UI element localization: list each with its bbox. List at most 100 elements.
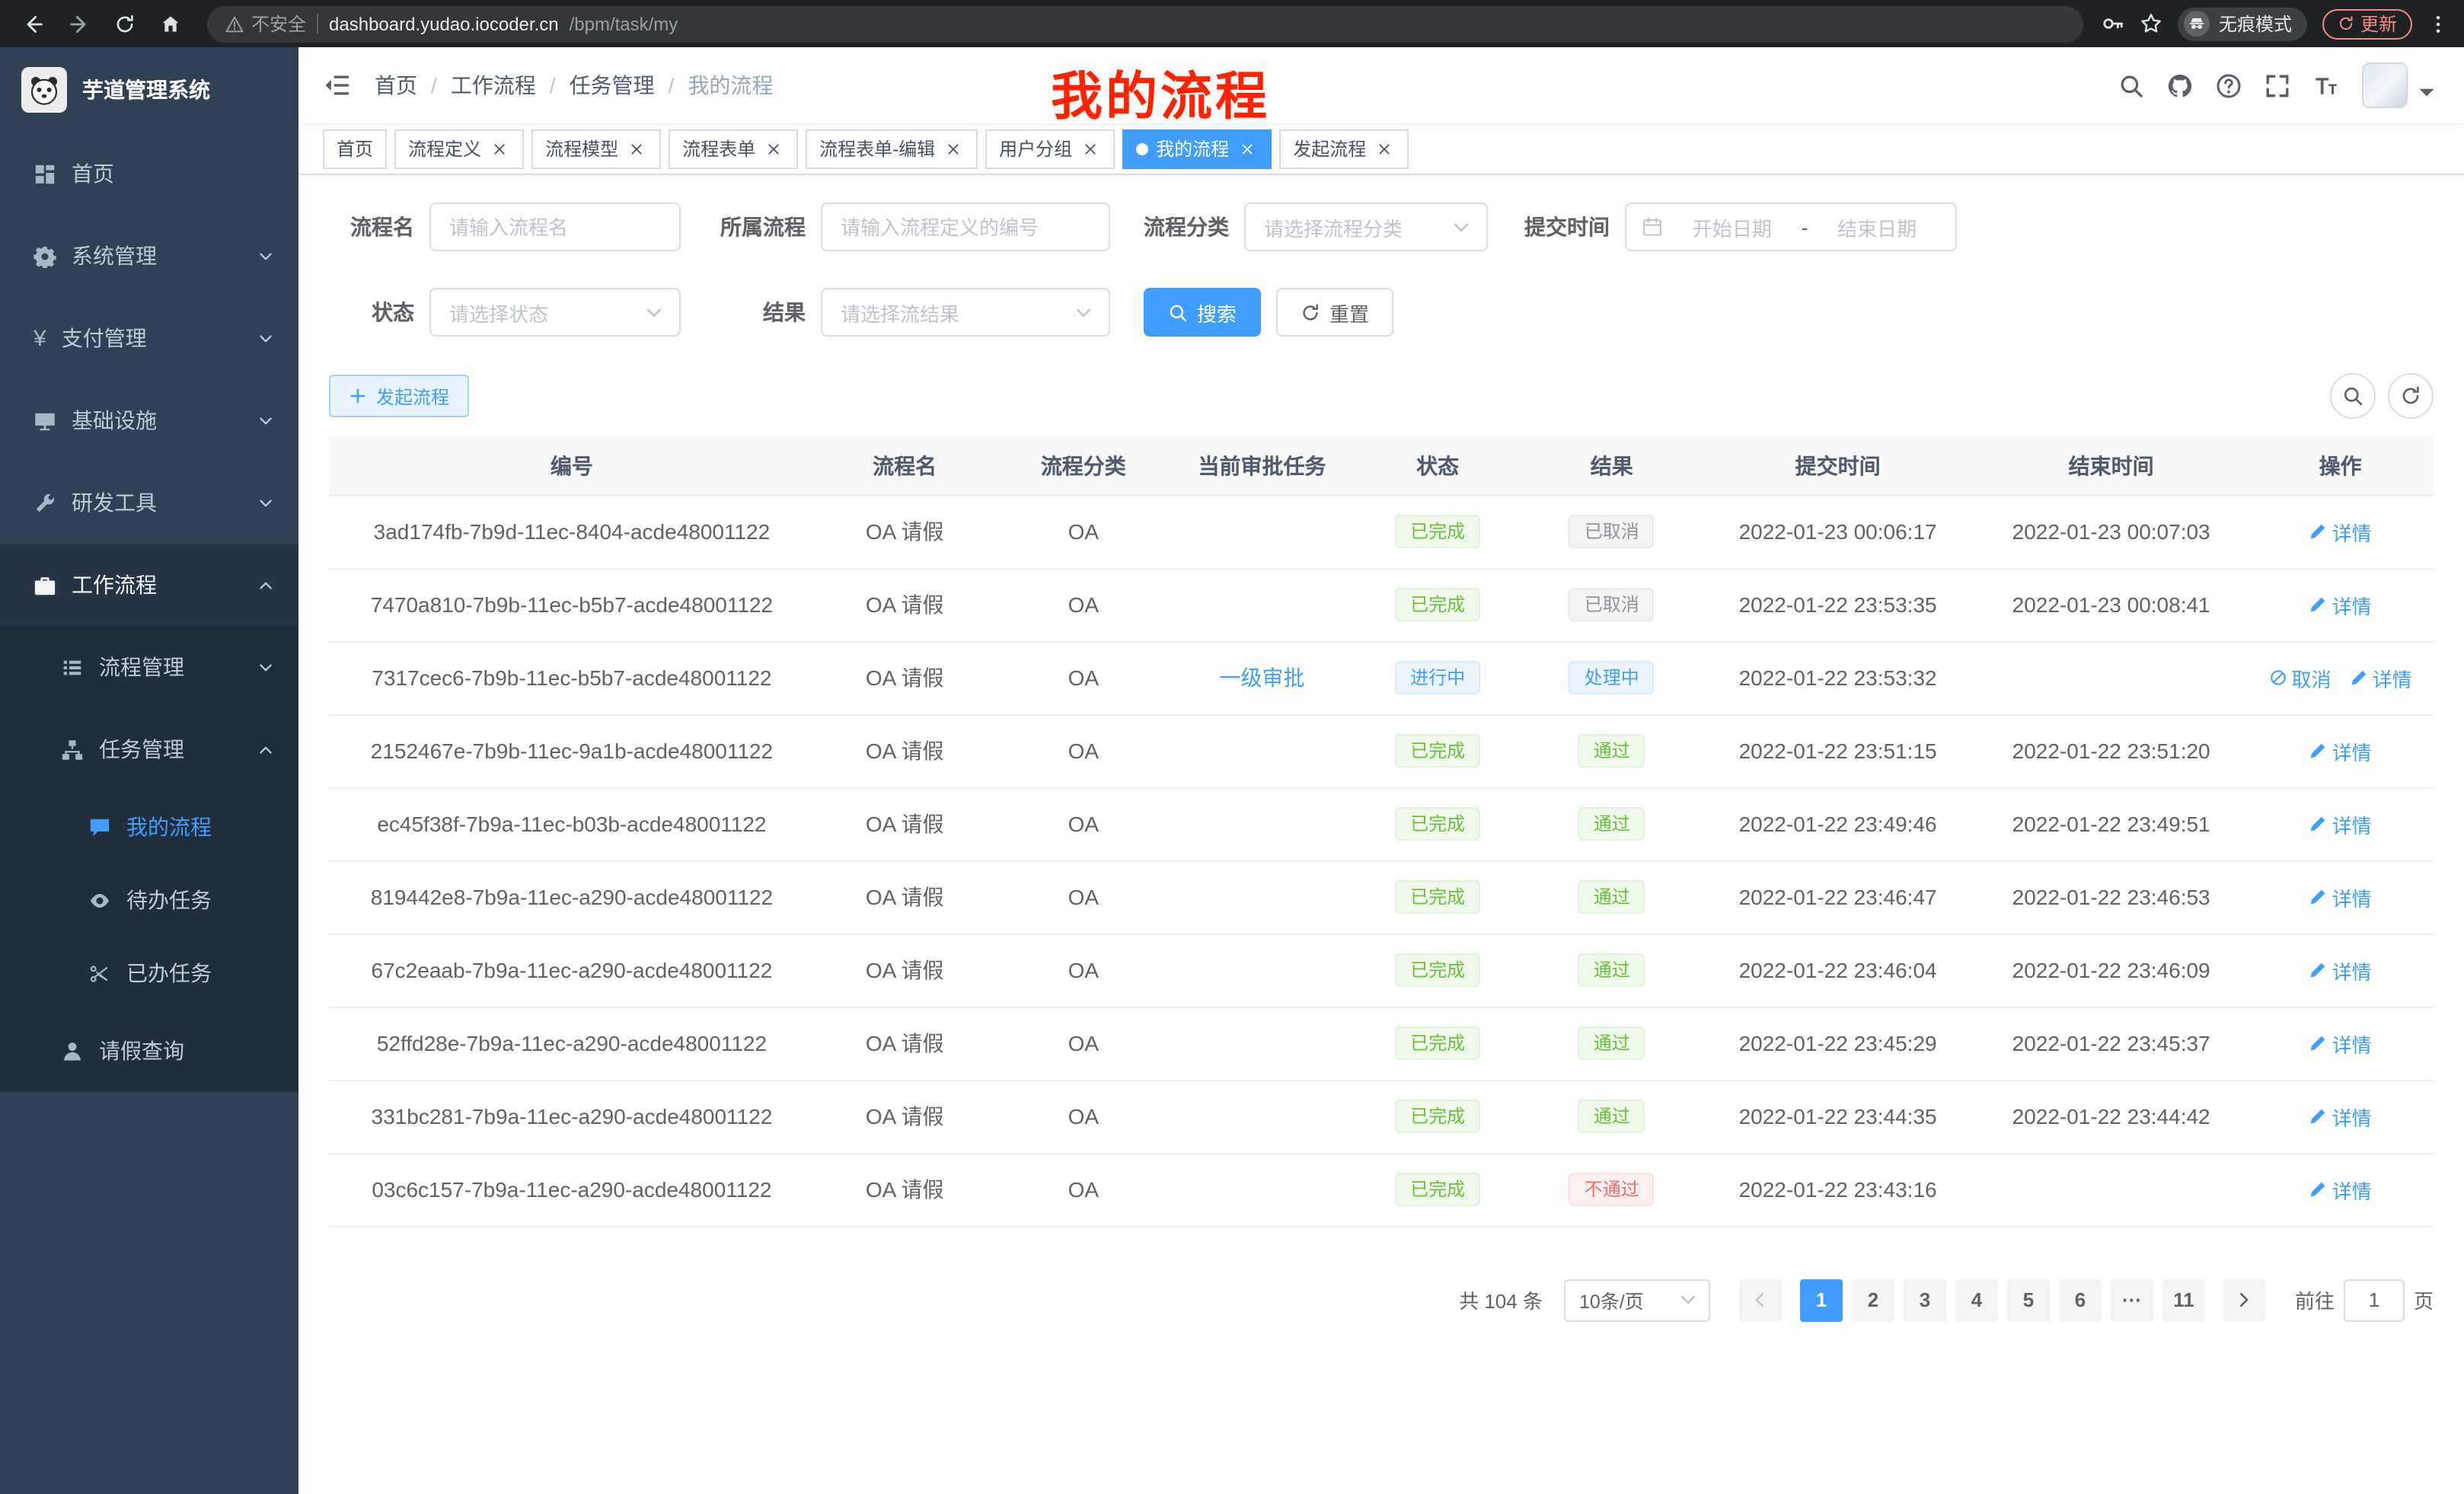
detail-link[interactable]: 详情 <box>2309 590 2372 619</box>
sidebar-item-system[interactable]: 系统管理 <box>0 215 298 297</box>
close-icon[interactable] <box>1080 138 1101 159</box>
sidebar-item-workflow[interactable]: 工作流程 <box>0 544 298 626</box>
breadcrumb-item[interactable]: 任务管理 <box>570 70 655 101</box>
github-icon[interactable] <box>2167 72 2193 98</box>
detail-link[interactable]: 详情 <box>2309 736 2372 765</box>
column-header-current-task: 当前审批任务 <box>1172 437 1352 495</box>
detail-link[interactable]: 详情 <box>2350 663 2412 692</box>
pagination-prev-button[interactable] <box>1739 1279 1782 1321</box>
tab-process-form-edit[interactable]: 流程表单-编辑 <box>806 129 978 168</box>
browser-back-icon[interactable] <box>15 5 52 42</box>
address-bar[interactable]: 不安全 dashboard.yudao.iocoder.cn/bpm/task/… <box>207 5 2083 42</box>
pagination-page-5[interactable]: 5 <box>2007 1279 2050 1321</box>
tab-user-group[interactable]: 用户分组 <box>985 129 1115 168</box>
app-logo[interactable]: 芋道管理系统 <box>0 47 298 132</box>
process-definition-input[interactable] <box>821 203 1110 251</box>
user-menu[interactable] <box>2362 62 2440 108</box>
sidebar-item-home[interactable]: 首页 <box>0 132 298 215</box>
result-select[interactable]: 请选择流结果 <box>821 288 1110 337</box>
sidebar-item-leave-query[interactable]: 请假查询 <box>0 1010 298 1092</box>
search-button[interactable]: 搜索 <box>1144 288 1261 337</box>
start-process-button[interactable]: 发起流程 <box>329 375 469 417</box>
pagination-page-4[interactable]: 4 <box>1955 1279 1998 1321</box>
toggle-search-button[interactable] <box>2330 373 2376 419</box>
cell-name: OA 请假 <box>815 495 995 568</box>
category-select[interactable]: 请选择流程分类 <box>1244 203 1488 251</box>
tab-process-model[interactable]: 流程模型 <box>531 129 661 168</box>
detail-link[interactable]: 详情 <box>2309 883 2372 911</box>
sidebar-item-label: 工作流程 <box>72 570 157 600</box>
status-badge: 已完成 <box>1395 1026 1480 1060</box>
cancel-link[interactable]: 取消 <box>2269 663 2332 692</box>
detail-link[interactable]: 详情 <box>2309 809 2372 838</box>
sidebar-item-my-process[interactable]: 我的流程 <box>0 790 298 864</box>
sidebar-item-dev-tools[interactable]: 研发工具 <box>0 461 298 544</box>
sidebar-item-infrastructure[interactable]: 基础设施 <box>0 379 298 461</box>
close-icon[interactable] <box>763 138 784 159</box>
browser-forward-icon[interactable] <box>61 5 97 42</box>
pagination-page-11[interactable]: 11 <box>2162 1279 2205 1321</box>
detail-link[interactable]: 详情 <box>2309 956 2372 985</box>
sidebar-item-task-mgmt[interactable]: 任务管理 <box>0 708 298 790</box>
tags-view: 首页流程定义流程模型流程表单流程表单-编辑用户分组我的流程发起流程 <box>298 123 2464 175</box>
close-icon[interactable] <box>489 138 510 159</box>
search-icon[interactable] <box>2118 72 2144 98</box>
tab-my-process[interactable]: 我的流程 <box>1122 129 1272 168</box>
calendar-icon <box>1642 216 1663 238</box>
font-size-icon[interactable] <box>2313 72 2339 98</box>
pagination-page-1[interactable]: 1 <box>1800 1279 1843 1321</box>
tab-process-definition[interactable]: 流程定义 <box>394 129 524 168</box>
close-icon[interactable] <box>626 138 647 159</box>
security-label: 不安全 <box>251 11 306 37</box>
browser-reload-icon[interactable] <box>107 5 143 42</box>
status-select[interactable]: 请选择状态 <box>429 288 681 337</box>
cell-actions: 详情 <box>2247 934 2434 1007</box>
tab-home[interactable]: 首页 <box>323 129 387 168</box>
sidebar-item-payment[interactable]: ¥支付管理 <box>0 297 298 379</box>
detail-link[interactable]: 详情 <box>2309 1175 2372 1204</box>
status-badge: 已完成 <box>1395 1173 1480 1206</box>
pagination-page-2[interactable]: 2 <box>1852 1279 1894 1321</box>
refresh-table-button[interactable] <box>2388 373 2434 419</box>
update-button[interactable]: 更新 <box>2322 8 2412 39</box>
reset-button[interactable]: 重置 <box>1276 288 1393 337</box>
avatar[interactable] <box>2362 62 2408 108</box>
sidebar-item-process-mgmt[interactable]: 流程管理 <box>0 626 298 708</box>
bookmark-star-icon[interactable] <box>2140 12 2162 35</box>
cell-id: 67c2eaab-7b9a-11ec-a290-acde48001122 <box>329 934 815 1007</box>
close-icon[interactable] <box>1237 138 1258 159</box>
sidebar-fold-icon[interactable] <box>323 72 350 99</box>
table-toolbar: 发起流程 <box>329 373 2434 419</box>
submit-time-range-picker[interactable]: 开始日期 - 结束日期 <box>1625 203 1957 251</box>
goto-page-input[interactable] <box>2344 1279 2405 1321</box>
process-name-input[interactable] <box>429 203 681 251</box>
browser-menu-icon[interactable] <box>2427 13 2449 34</box>
end-date-placeholder: 结束日期 <box>1814 212 1940 241</box>
tab-process-form[interactable]: 流程表单 <box>669 129 798 168</box>
breadcrumb-item[interactable]: 工作流程 <box>451 70 536 101</box>
pagination-page-6[interactable]: 6 <box>2059 1279 2102 1321</box>
cell-name: OA 请假 <box>815 1007 995 1080</box>
detail-link[interactable]: 详情 <box>2309 1029 2372 1058</box>
page-size-select[interactable]: 10条/页 <box>1564 1279 1710 1321</box>
main-area: 首页 / 工作流程 / 任务管理 / 我的流程 我的流程 首 <box>298 47 2464 1494</box>
start-date-placeholder: 开始日期 <box>1669 212 1795 241</box>
help-icon[interactable] <box>2216 72 2242 98</box>
pagination-next-button[interactable] <box>2223 1279 2266 1321</box>
current-task-link[interactable]: 一级审批 <box>1219 666 1304 690</box>
close-icon[interactable] <box>943 138 964 159</box>
sidebar-item-todo-task[interactable]: 待办任务 <box>0 864 298 937</box>
close-icon[interactable] <box>1374 138 1395 159</box>
pagination-page-3[interactable]: 3 <box>1904 1279 1946 1321</box>
breadcrumb-item[interactable]: 首页 <box>375 70 417 101</box>
pagination-more[interactable]: ··· <box>2111 1279 2153 1321</box>
detail-link[interactable]: 详情 <box>2309 1102 2372 1131</box>
browser-toolbar: 不安全 dashboard.yudao.iocoder.cn/bpm/task/… <box>0 0 2464 47</box>
list-icon <box>61 656 84 678</box>
browser-home-icon[interactable] <box>152 5 189 42</box>
key-icon[interactable] <box>2102 12 2124 35</box>
sidebar-item-done-task[interactable]: 已办任务 <box>0 937 298 1010</box>
tab-start-process[interactable]: 发起流程 <box>1279 129 1409 168</box>
detail-link[interactable]: 详情 <box>2309 517 2372 546</box>
fullscreen-icon[interactable] <box>2265 72 2290 98</box>
